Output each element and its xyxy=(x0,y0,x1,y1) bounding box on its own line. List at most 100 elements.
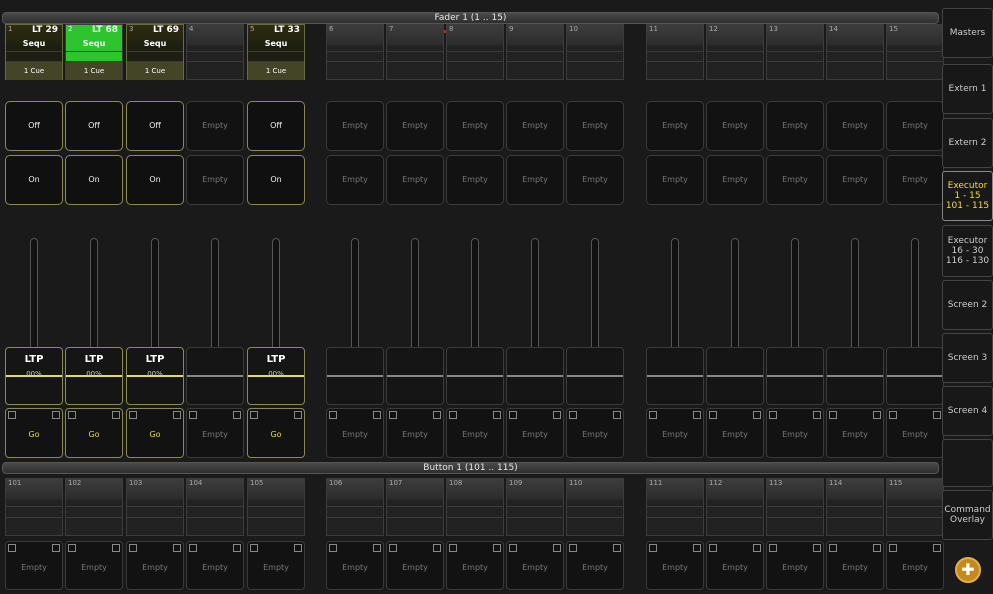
fader-handle[interactable] xyxy=(326,347,384,405)
executor-top-button[interactable]: Empty xyxy=(766,101,824,151)
button-executor[interactable]: Empty xyxy=(446,541,504,590)
sidebar-item-4[interactable]: Executor 1 - 15 101 - 115 xyxy=(942,171,993,221)
executor-top-button[interactable]: Off xyxy=(247,101,305,151)
button-executor[interactable]: Empty xyxy=(766,541,824,590)
go-button[interactable]: Empty xyxy=(826,408,884,458)
executor-header[interactable]: 11 xyxy=(646,24,704,80)
executor-bottom-button[interactable]: Empty xyxy=(826,155,884,205)
executor-bottom-button[interactable]: On xyxy=(126,155,184,205)
executor-top-button[interactable]: Empty xyxy=(706,101,764,151)
executor-bottom-button[interactable]: Empty xyxy=(386,155,444,205)
executor-header[interactable]: 8 xyxy=(446,24,504,80)
button-header[interactable]: 115 xyxy=(886,478,944,536)
fader-handle[interactable] xyxy=(886,347,944,405)
executor-bottom-button[interactable]: Empty xyxy=(186,155,244,205)
button-header[interactable]: 109 xyxy=(506,478,564,536)
button-page-bar[interactable]: Button 1 (101 .. 115) xyxy=(2,462,939,474)
go-button[interactable]: Empty xyxy=(706,408,764,458)
button-header[interactable]: 107 xyxy=(386,478,444,536)
button-header[interactable]: 101 xyxy=(5,478,63,536)
fader-handle[interactable]: LTP 00% xyxy=(65,347,123,405)
button-header[interactable]: 112 xyxy=(706,478,764,536)
button-header[interactable]: 104 xyxy=(186,478,244,536)
button-executor[interactable]: Empty xyxy=(886,541,944,590)
button-executor[interactable]: Empty xyxy=(706,541,764,590)
go-button[interactable]: Empty xyxy=(186,408,244,458)
executor-header[interactable]: 12 xyxy=(706,24,764,80)
executor-header[interactable]: 3 LT 69 Sequ 1 Cue xyxy=(126,24,184,80)
go-button[interactable]: Empty xyxy=(766,408,824,458)
executor-top-button[interactable]: Empty xyxy=(326,101,384,151)
go-button[interactable]: Go xyxy=(65,408,123,458)
go-button[interactable]: Go xyxy=(5,408,63,458)
button-executor[interactable]: Empty xyxy=(126,541,184,590)
executor-header[interactable]: 7 xyxy=(386,24,444,80)
fader-page-bar[interactable]: Fader 1 (1 .. 15) xyxy=(2,12,939,24)
executor-bottom-button[interactable]: Empty xyxy=(766,155,824,205)
go-button[interactable]: Empty xyxy=(446,408,504,458)
executor-bottom-button[interactable]: On xyxy=(5,155,63,205)
button-header[interactable]: 110 xyxy=(566,478,624,536)
button-header[interactable]: 108 xyxy=(446,478,504,536)
executor-bottom-button[interactable]: Empty xyxy=(706,155,764,205)
button-executor[interactable]: Empty xyxy=(186,541,244,590)
executor-top-button[interactable]: Empty xyxy=(506,101,564,151)
executor-header[interactable]: 15 xyxy=(886,24,944,80)
executor-top-button[interactable]: Empty xyxy=(186,101,244,151)
button-executor[interactable]: Empty xyxy=(65,541,123,590)
fader-handle[interactable] xyxy=(826,347,884,405)
executor-top-button[interactable]: Off xyxy=(65,101,123,151)
button-executor[interactable]: Empty xyxy=(506,541,564,590)
executor-bottom-button[interactable]: Empty xyxy=(886,155,944,205)
fader-handle[interactable]: LTP 00% xyxy=(5,347,63,405)
executor-header[interactable]: 10 xyxy=(566,24,624,80)
executor-header[interactable]: 9 xyxy=(506,24,564,80)
sidebar-item-3[interactable]: Extern 2 xyxy=(942,118,993,168)
sidebar-item-2[interactable]: Extern 1 xyxy=(942,64,993,114)
executor-bottom-button[interactable]: Empty xyxy=(566,155,624,205)
executor-top-button[interactable]: Off xyxy=(5,101,63,151)
executor-top-button[interactable]: Empty xyxy=(566,101,624,151)
go-button[interactable]: Empty xyxy=(386,408,444,458)
button-executor[interactable]: Empty xyxy=(5,541,63,590)
fader-handle[interactable] xyxy=(446,347,504,405)
fader-handle[interactable] xyxy=(506,347,564,405)
executor-bottom-button[interactable]: On xyxy=(65,155,123,205)
sidebar-item-8[interactable]: Screen 4 xyxy=(942,386,993,436)
fader-handle[interactable] xyxy=(766,347,824,405)
button-header[interactable]: 106 xyxy=(326,478,384,536)
sidebar-item-5[interactable]: Executor 16 - 30 116 - 130 xyxy=(942,225,993,277)
sidebar-item-10[interactable]: Command Overlay xyxy=(942,490,993,540)
executor-top-button[interactable]: Empty xyxy=(386,101,444,151)
executor-header[interactable]: 1 LT 29 Sequ 1 Cue xyxy=(5,24,63,80)
fader-handle[interactable] xyxy=(386,347,444,405)
executor-header[interactable]: 5 LT 33 Sequ 1 Cue xyxy=(247,24,305,80)
fader-handle[interactable]: LTP 00% xyxy=(126,347,184,405)
executor-header[interactable]: 2 LT 68 Sequ 1 Cue xyxy=(65,24,123,80)
go-button[interactable]: Empty xyxy=(566,408,624,458)
fader-handle[interactable]: LTP 00% xyxy=(247,347,305,405)
executor-top-button[interactable]: Empty xyxy=(646,101,704,151)
executor-bottom-button[interactable]: On xyxy=(247,155,305,205)
sidebar-item-1[interactable]: Masters xyxy=(942,8,993,58)
button-executor[interactable]: Empty xyxy=(247,541,305,590)
button-header[interactable]: 111 xyxy=(646,478,704,536)
fader-handle[interactable] xyxy=(566,347,624,405)
button-executor[interactable]: Empty xyxy=(826,541,884,590)
go-button[interactable]: Empty xyxy=(326,408,384,458)
fader-handle[interactable] xyxy=(706,347,764,405)
button-header[interactable]: 105 xyxy=(247,478,305,536)
go-button[interactable]: Empty xyxy=(886,408,944,458)
sidebar-item-9[interactable] xyxy=(942,439,993,487)
executor-bottom-button[interactable]: Empty xyxy=(446,155,504,205)
button-header[interactable]: 114 xyxy=(826,478,884,536)
sidebar-item-7[interactable]: Screen 3 xyxy=(942,333,993,383)
executor-top-button[interactable]: Empty xyxy=(446,101,504,151)
button-executor[interactable]: Empty xyxy=(386,541,444,590)
executor-top-button[interactable]: Empty xyxy=(886,101,944,151)
executor-header[interactable]: 14 xyxy=(826,24,884,80)
executor-header[interactable]: 6 xyxy=(326,24,384,80)
executor-bottom-button[interactable]: Empty xyxy=(506,155,564,205)
button-executor[interactable]: Empty xyxy=(326,541,384,590)
executor-header[interactable]: 13 xyxy=(766,24,824,80)
